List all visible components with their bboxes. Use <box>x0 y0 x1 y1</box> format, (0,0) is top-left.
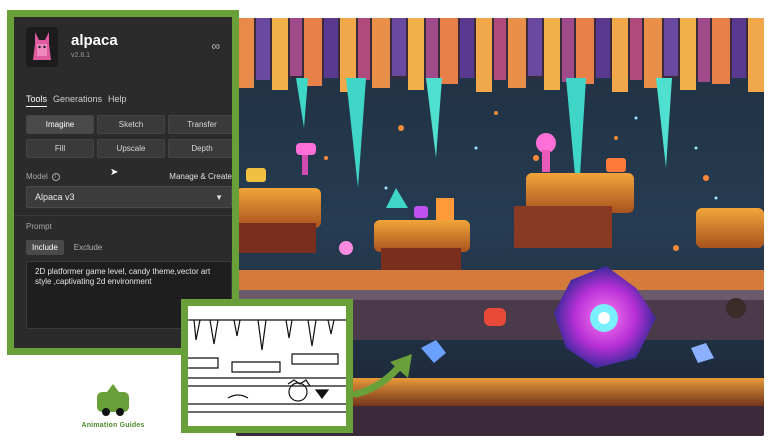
tab-generations[interactable]: Generations <box>53 94 102 107</box>
sketch-image <box>188 306 346 426</box>
exclude-tab[interactable]: Exclude <box>68 240 108 255</box>
info-icon[interactable]: i <box>51 172 60 181</box>
fill-button[interactable]: Fill <box>26 139 94 158</box>
upscale-button[interactable]: Upscale <box>97 139 165 158</box>
panel-divider <box>14 215 232 216</box>
animation-guides-logo-icon <box>97 384 129 416</box>
prompt-toggle: Include Exclude <box>26 240 108 255</box>
brand-name: Animation Guides <box>81 422 145 429</box>
screenshot-stage: alpaca v2.8.1 ∞ Tools Generations Help I… <box>0 0 768 448</box>
chevron-down-icon: ▼ <box>215 192 223 202</box>
infinity-link-icon[interactable]: ∞ <box>211 39 220 53</box>
model-label: Model <box>26 172 48 181</box>
alpaca-logo-icon <box>33 32 51 60</box>
tab-tools[interactable]: Tools <box>26 94 48 107</box>
include-tab[interactable]: Include <box>26 240 64 255</box>
tab-help[interactable]: Help <box>108 94 127 107</box>
depth-button[interactable]: Depth <box>168 139 232 158</box>
model-label-group: Model i <box>26 172 60 181</box>
sketch-inset-frame <box>181 299 353 433</box>
tools-grid: Imagine Sketch Transfer Fill Upscale Dep… <box>26 115 232 158</box>
model-row: Model i Manage & Create <box>26 172 232 181</box>
alpaca-logo <box>26 27 58 67</box>
transform-arrow-icon <box>352 354 412 398</box>
panel-tabs: Tools Generations Help <box>26 94 127 107</box>
imagine-button[interactable]: Imagine <box>26 115 94 134</box>
transfer-button[interactable]: Transfer <box>168 115 232 134</box>
animation-guides-logo: Animation Guides <box>73 382 153 429</box>
sketch-button[interactable]: Sketch <box>97 115 165 134</box>
app-title: alpaca <box>71 32 118 49</box>
prompt-label: Prompt <box>26 222 52 231</box>
app-version: v2.8.1 <box>71 52 91 59</box>
sketch-drawing-art <box>188 319 346 413</box>
model-select[interactable]: Alpaca v3 ▼ <box>26 186 232 208</box>
model-selected-value: Alpaca v3 <box>35 192 75 202</box>
manage-create-link[interactable]: Manage & Create <box>169 172 232 181</box>
